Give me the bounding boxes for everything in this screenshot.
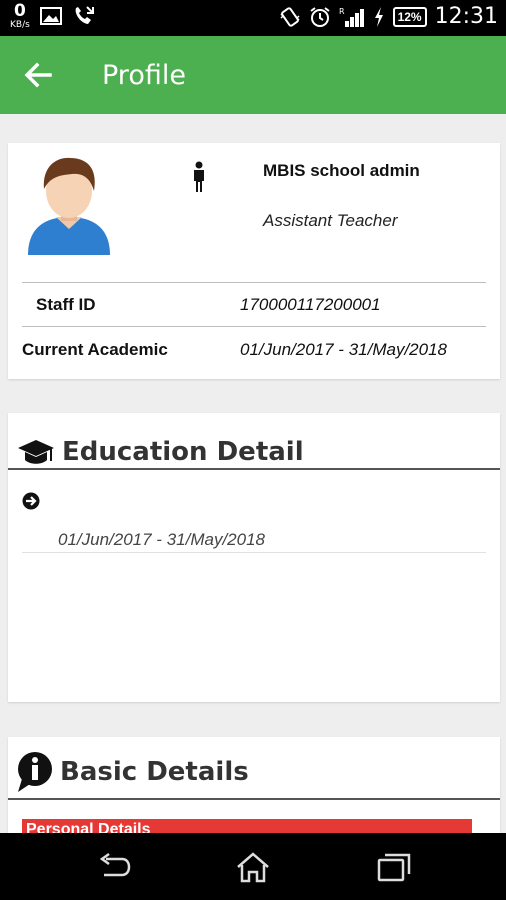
staff-id-value: 170000117200001 (240, 295, 381, 314)
list-divider (22, 552, 486, 553)
page-title: Profile (102, 60, 186, 91)
divider (22, 326, 486, 327)
back-nav-icon[interactable] (96, 851, 132, 883)
avatar (28, 157, 110, 255)
profile-role: Assistant Teacher (263, 211, 398, 230)
status-bar: 0 KB/s R 12% 12:31 (0, 0, 506, 36)
home-nav-icon[interactable] (235, 851, 271, 883)
section-divider (8, 468, 500, 470)
arrow-circle-right-icon[interactable] (22, 492, 40, 510)
basic-details-header: Basic Details (16, 751, 249, 793)
profile-name: MBIS school admin (263, 161, 420, 180)
divider (22, 282, 486, 283)
signal-icon: R (339, 7, 364, 27)
missed-call-icon (75, 6, 94, 24)
recent-apps-icon[interactable] (376, 851, 412, 883)
education-card: Education Detail 01/Jun/2017 - 31/May/20… (8, 413, 500, 702)
current-academic-label: Current Academic (22, 340, 168, 359)
current-academic-value: 01/Jun/2017 - 31/May/2018 (240, 340, 447, 359)
gender-male-icon (194, 161, 204, 192)
staff-id-label: Staff ID (36, 295, 96, 314)
app-bar: Profile (0, 36, 506, 114)
network-speed: 0 KB/s (10, 2, 30, 30)
battery-indicator: 12% (392, 6, 427, 27)
gallery-icon (39, 7, 62, 25)
education-date: 01/Jun/2017 - 31/May/2018 (58, 530, 265, 549)
graduation-cap-icon (18, 440, 54, 464)
education-header: Education Detail (16, 437, 304, 467)
network-speed-value: 0 (13, 1, 26, 21)
section-divider (8, 798, 500, 800)
svg-text:R: R (339, 7, 345, 16)
charging-icon (374, 6, 383, 27)
education-title: Education Detail (62, 437, 304, 467)
navigation-bar (0, 833, 506, 900)
network-speed-unit: KB/s (10, 20, 30, 30)
vibrate-icon (280, 6, 300, 27)
profile-card: MBIS school admin Assistant Teacher Staf… (8, 143, 500, 379)
basic-details-title: Basic Details (60, 757, 249, 787)
info-icon (18, 752, 52, 792)
clock: 12:31 (434, 4, 498, 29)
back-arrow-icon[interactable] (22, 58, 56, 92)
alarm-icon (309, 6, 330, 27)
basic-details-card: Basic Details Personal Details (8, 737, 500, 839)
